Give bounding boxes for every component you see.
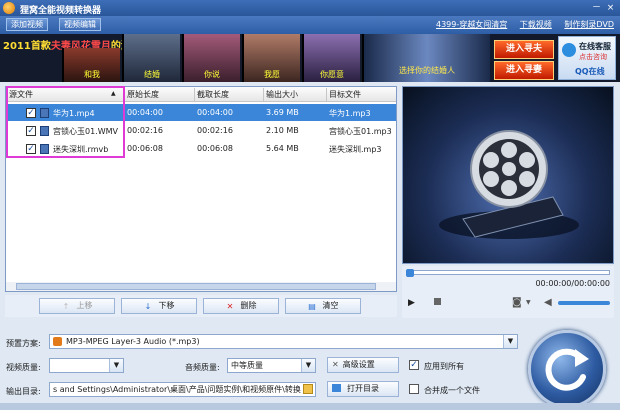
volume-slider[interactable] [558,301,610,305]
table-horizontal-scrollbar[interactable] [6,282,396,291]
seek-bar[interactable] [406,269,610,277]
apply-all-label: 应用到所有 [424,362,464,371]
audio-quality-label: 音频质量: [185,363,220,372]
service-subtitle: 点击咨询 [579,53,607,61]
time-display: 00:00:00/00:00:00 [535,279,610,288]
seek-knob[interactable] [406,269,414,277]
row-original-length: 00:04:00 [127,108,163,117]
banner-thumb: 结婚 [122,34,180,82]
row-cut-length: 00:02:16 [197,126,233,135]
banner-thumb: 我愿 [242,34,300,82]
open-dir-button[interactable]: 打开目录 [327,381,399,397]
row-target-file: 迷失深圳.mp3 [329,145,382,154]
preset-label: 预置方案: [6,339,41,348]
status-bar [0,403,620,410]
top-links: 4399-穿越女闯清宫 下载视频 制作刻录DVD [426,19,614,30]
move-up-button[interactable]: ↑ 上移 [39,298,115,314]
film-reel-icon [439,130,579,239]
qq-online-link[interactable]: QQ在线 [575,66,605,77]
col-output-size[interactable]: 输出大小 [266,89,298,100]
audio-quality-select[interactable]: 中等质量 ▼ [227,358,316,373]
app-logo-icon [3,2,15,14]
banner-thumb: 你说 [182,34,240,82]
row-cut-length: 00:04:00 [197,108,233,117]
row-output-size: 2.10 MB [266,126,299,135]
video-quality-label: 视频质量: [6,363,41,372]
output-dir-label: 输出目录: [6,387,41,396]
video-preview [402,86,614,264]
volume-icon[interactable]: ◀ [544,297,552,308]
col-target-file[interactable]: 目标文件 [329,89,361,100]
folder-icon [332,384,341,392]
chevron-down-icon[interactable]: ▼ [503,335,517,348]
merge-label: 合并成一个文件 [424,386,480,395]
enter-husband-button[interactable]: 进入寻夫 [494,40,554,59]
chevron-down-icon[interactable]: ▼ [109,359,123,372]
merge-checkbox[interactable] [409,384,419,394]
settings-panel: 预置方案: MP3-MPEG Layer-3 Audio (*.mp3) ▼ 视… [0,322,620,410]
menu-bar: 添加视频 视频编辑 4399-穿越女闯清宫 下载视频 制作刻录DVD [0,16,620,34]
enter-wife-button[interactable]: 进入寻妻 [494,61,554,80]
row-output-size: 3.69 MB [266,108,299,117]
apply-all-checkbox[interactable]: ✓ [409,360,419,370]
chevron-down-icon[interactable]: ▼ [526,299,531,306]
player-controls: 00:00:00/00:00:00 ▶ ◙ ▼ ◀ [402,266,614,318]
service-icon [562,43,576,57]
banner-promo: 选择你的结婚人 [362,34,490,82]
row-cut-length: 00:06:08 [197,144,233,153]
close-button[interactable]: × [605,3,616,13]
link-download-video[interactable]: 下载视频 [520,20,552,29]
delete-button[interactable]: ✕ 删除 [203,298,279,314]
convert-button[interactable] [528,330,606,408]
title-bar: 狸窝全能视频转换器 － × [0,0,620,16]
minimize-button[interactable]: － [591,3,602,13]
move-down-button[interactable]: ↓ 下移 [121,298,197,314]
output-path-input[interactable]: s and Settings\Administrator\桌面\产品\问题实例\… [49,382,316,397]
chevron-down-icon[interactable]: ▼ [301,359,315,372]
clear-button[interactable]: ▤ 清空 [285,298,361,314]
row-target-file: 华为1.mp3 [329,109,371,118]
add-video-button[interactable]: 添加视频 [6,18,48,31]
highlight-box [6,86,125,158]
row-output-size: 5.64 MB [266,144,299,153]
service-title: 在线客服 [579,42,611,51]
window-title: 狸窝全能视频转换器 [20,6,102,16]
link-burn-dvd[interactable]: 制作刻录DVD [564,20,614,29]
row-original-length: 00:02:16 [127,126,163,135]
video-quality-select[interactable]: ▼ [49,358,124,373]
play-icon[interactable]: ▶ [408,298,415,308]
folder-icon[interactable] [303,384,313,394]
banner-thumb: 你愿意 [302,34,360,82]
banner-thumb: 和我 [62,48,120,82]
row-target-file: 宫锁心玉01.mp3 [329,127,392,136]
link-game[interactable]: 4399-穿越女闯清宫 [436,20,507,29]
audio-format-icon [53,337,62,346]
camera-icon[interactable]: ◙ [512,297,522,308]
preset-select[interactable]: MP3-MPEG Layer-3 Audio (*.mp3) ▼ [49,334,518,349]
col-original-length[interactable]: 原始长度 [127,89,159,100]
col-cut-length[interactable]: 截取长度 [197,89,229,100]
online-service-panel[interactable]: 在线客服 点击咨询 QQ在线 [558,36,616,80]
row-original-length: 00:06:08 [127,144,163,153]
convert-arrow-icon [545,348,589,391]
stop-icon[interactable] [434,298,441,305]
list-actions: ↑ 上移 ↓ 下移 ✕ 删除 ▤ 清空 [5,295,397,317]
advanced-settings-button[interactable]: ✕ 高级设置 [327,357,399,373]
wrench-icon: ✕ [332,360,339,369]
edit-video-button[interactable]: 视频编辑 [59,18,101,31]
